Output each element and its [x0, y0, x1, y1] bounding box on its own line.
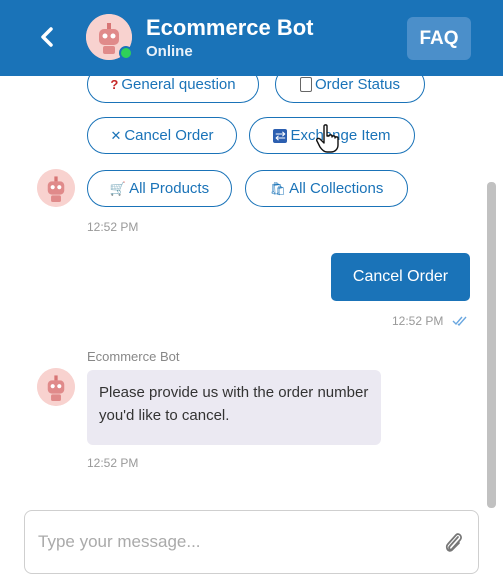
bot-name: Ecommerce Bot — [146, 15, 314, 40]
quick-reply-all-collections[interactable]: 🛍 All Collections — [245, 170, 408, 207]
paperclip-icon — [445, 533, 462, 552]
quick-reply-general-question[interactable]: ? General question — [87, 76, 259, 103]
chat-header: Ecommerce Bot Online FAQ — [0, 0, 503, 76]
quick-reply-label: Exchange Item — [290, 127, 391, 144]
bot-avatar — [37, 169, 75, 207]
chat-messages: ? General question Order Status ✕ Cancel… — [0, 76, 503, 506]
back-button[interactable] — [34, 22, 62, 52]
question-mark-icon: ? — [110, 77, 119, 92]
faq-button[interactable]: FAQ — [407, 17, 471, 60]
robot-icon — [37, 169, 75, 207]
quick-reply-cancel-order[interactable]: ✕ Cancel Order — [87, 117, 237, 154]
close-icon: ✕ — [110, 127, 122, 143]
bot-avatar — [37, 368, 75, 406]
message-composer — [24, 510, 479, 574]
attachment-button[interactable] — [443, 529, 465, 557]
quick-reply-order-status[interactable]: Order Status — [275, 76, 425, 103]
shopping-bag-icon: 🛍 — [269, 180, 287, 196]
user-message: Cancel Order — [331, 253, 470, 301]
quick-reply-label: All Products — [129, 180, 210, 197]
hand-cursor-icon — [316, 124, 340, 159]
quick-reply-label: General question — [121, 76, 236, 93]
read-receipt-icon — [452, 314, 470, 332]
robot-icon — [37, 368, 75, 406]
shopping-cart-icon: 🛒 — [109, 180, 127, 196]
quick-reply-all-products[interactable]: 🛒 All Products — [87, 170, 232, 207]
bot-message: Please provide us with the order number … — [87, 370, 381, 445]
quick-reply-label: Cancel Order — [124, 127, 214, 144]
bot-status: Online — [146, 43, 193, 60]
document-icon — [299, 77, 312, 92]
message-timestamp: 12:52 PM — [392, 314, 444, 328]
scrollbar-thumb[interactable] — [487, 182, 496, 508]
chevron-left-icon — [41, 27, 53, 47]
sender-name: Ecommerce Bot — [87, 349, 180, 364]
quick-reply-label: All Collections — [289, 180, 384, 197]
exchange-icon: ⇄ — [273, 127, 288, 143]
online-status-dot — [119, 46, 133, 60]
quick-reply-label: Order Status — [314, 76, 401, 93]
message-input[interactable] — [38, 525, 428, 559]
message-timestamp: 12:52 PM — [87, 456, 139, 470]
message-timestamp: 12:52 PM — [87, 220, 139, 234]
